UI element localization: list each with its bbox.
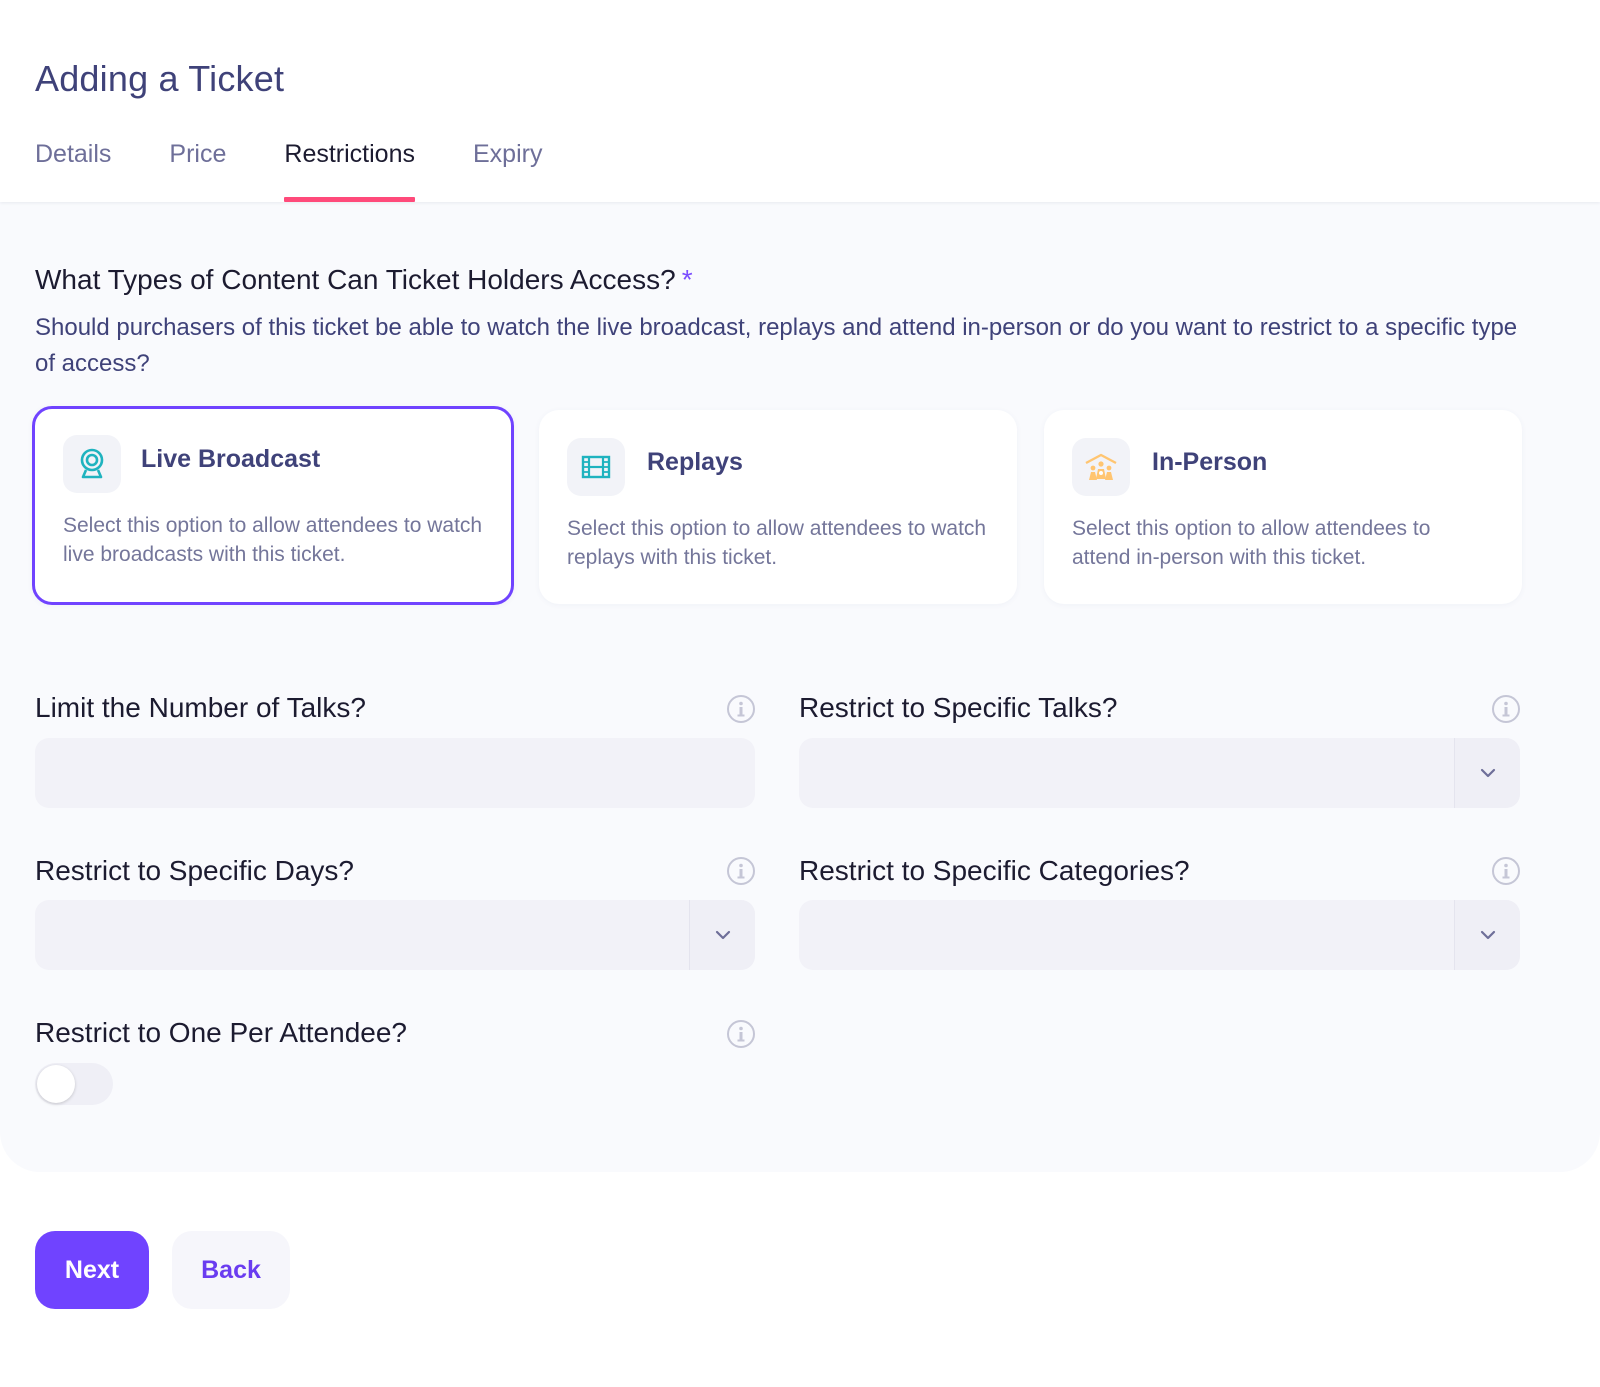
- option-card-live-broadcast[interactable]: Live Broadcast Select this option to all…: [32, 406, 514, 605]
- card-title: Live Broadcast: [141, 445, 321, 473]
- limit-talks-label: Limit the Number of Talks?: [35, 692, 366, 723]
- tab-price[interactable]: Price: [169, 136, 226, 202]
- tab-details[interactable]: Details: [35, 136, 111, 202]
- next-button[interactable]: Next: [35, 1231, 149, 1309]
- chevron-down-icon: [1480, 768, 1495, 778]
- specific-categories-dropdown-toggle[interactable]: [1454, 900, 1520, 970]
- card-description: Select this option to allow attendees to…: [567, 517, 987, 569]
- option-card-in-person[interactable]: In-Person Select this option to allow at…: [1044, 410, 1522, 604]
- specific-days-label: Restrict to Specific Days?: [35, 855, 354, 886]
- replays-icon-box: [567, 438, 625, 496]
- specific-talks-dropdown-toggle[interactable]: [1454, 738, 1520, 808]
- webcam-icon: [80, 448, 104, 479]
- card-description: Select this option to allow attendees to…: [1072, 517, 1431, 569]
- specific-categories-select[interactable]: [799, 900, 1520, 970]
- back-button[interactable]: Back: [172, 1231, 290, 1309]
- specific-talks-label: Restrict to Specific Talks?: [799, 692, 1118, 723]
- card-title: In-Person: [1152, 448, 1268, 476]
- access-description: Should purchasers of this ticket be able…: [35, 314, 1518, 377]
- card-description: Select this option to allow attendees to…: [63, 514, 483, 566]
- one-per-attendee-label: Restrict to One Per Attendee?: [35, 1017, 407, 1048]
- access-question: What Types of Content Can Ticket Holders…: [35, 264, 693, 296]
- page-header: Adding a Ticket Details Price Restrictio…: [0, 0, 1600, 202]
- info-icon[interactable]: [1491, 694, 1521, 724]
- specific-talks-select[interactable]: [799, 738, 1520, 808]
- live-broadcast-icon-box: [63, 435, 121, 493]
- card-title: Replays: [647, 448, 743, 476]
- specific-days-select[interactable]: [35, 900, 755, 970]
- tab-expiry[interactable]: Expiry: [473, 136, 542, 202]
- page-title: Adding a Ticket: [35, 58, 285, 99]
- one-per-attendee-toggle[interactable]: [35, 1063, 113, 1105]
- required-marker: *: [681, 264, 693, 295]
- tab-bar: Details Price Restrictions Expiry: [35, 136, 600, 202]
- access-question-text: What Types of Content Can Ticket Holders…: [35, 264, 676, 295]
- info-icon[interactable]: [726, 856, 756, 886]
- info-icon[interactable]: [1491, 856, 1521, 886]
- option-card-replays[interactable]: Replays Select this option to allow atte…: [539, 410, 1017, 604]
- limit-talks-input[interactable]: [35, 738, 755, 808]
- specific-categories-label: Restrict to Specific Categories?: [799, 855, 1190, 886]
- toggle-knob: [37, 1065, 75, 1103]
- in-person-icon-box: [1072, 438, 1130, 496]
- info-icon[interactable]: [726, 1019, 756, 1049]
- specific-days-dropdown-toggle[interactable]: [689, 900, 755, 970]
- film-icon: [581, 455, 611, 479]
- chevron-down-icon: [1480, 930, 1495, 940]
- people-house-icon: [1085, 453, 1117, 480]
- tab-restrictions[interactable]: Restrictions: [284, 136, 415, 202]
- chevron-down-icon: [715, 930, 730, 940]
- info-icon[interactable]: [726, 694, 756, 724]
